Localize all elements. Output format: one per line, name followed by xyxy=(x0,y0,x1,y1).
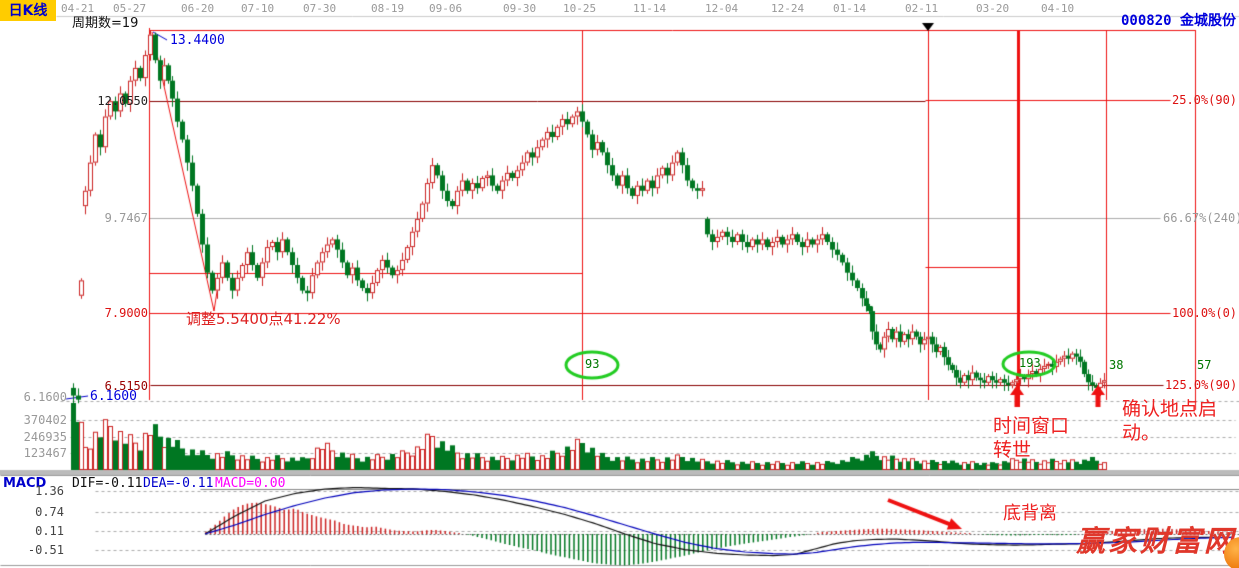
watermark-text: 赢家财富网 xyxy=(1076,527,1236,556)
date-tick-04-21: 04-21 xyxy=(61,3,94,14)
date-tick-07-10: 07-10 xyxy=(241,3,274,14)
date-tick-12-04: 12-04 xyxy=(705,3,738,14)
date-tick-09-30: 09-30 xyxy=(503,3,536,14)
volume-axis-label-370402: 370402 xyxy=(0,414,67,426)
dea-value-label: DEA=-0.11 xyxy=(143,477,213,490)
retracement-annotation: 调整5.5400点41.22% xyxy=(186,312,341,327)
date-tick-01-14: 01-14 xyxy=(833,3,866,14)
date-tick-05-27: 05-27 xyxy=(113,3,146,14)
percent-line-label-100.0%(0): 100.0%(0) xyxy=(1172,307,1237,319)
price-axis-label-6.1600: 6.1600 xyxy=(0,391,67,403)
price-axis-label-9.7467: 9.7467 xyxy=(68,212,148,224)
volume-axis-label-246935: 246935 xyxy=(0,431,67,443)
dif-value-label: DIF=-0.11 xyxy=(72,477,142,490)
date-tick-10-25: 10-25 xyxy=(563,3,596,14)
date-tick-03-20: 03-20 xyxy=(976,3,1009,14)
time-window-annotation-line1: 时间窗口 xyxy=(993,417,1069,436)
macd-value-label: MACD=0.00 xyxy=(215,477,285,490)
macd-axis-label-0.11: 0.11 xyxy=(0,525,64,537)
macd-axis-label-1.36: 1.36 xyxy=(0,485,64,497)
time-window-annotation-line2: 转世 xyxy=(993,441,1031,460)
date-tick-12-24: 12-24 xyxy=(771,3,804,14)
future-days-38-label: 38 xyxy=(1109,359,1123,371)
chart-type-button[interactable]: 日K线 xyxy=(0,0,56,21)
volume-axis-label-123467: 123467 xyxy=(0,447,67,459)
price-axis-label-6.5150: 6.5150 xyxy=(68,380,148,392)
percent-line-label-125.0%(90): 125.0%(90) xyxy=(1165,379,1237,391)
percent-line-label-66.67%(240): 66.67%(240) xyxy=(1163,212,1239,224)
date-tick-04-10: 04-10 xyxy=(1041,3,1074,14)
macd-axis-label--0.51: -0.51 xyxy=(0,544,64,556)
date-tick-11-14: 11-14 xyxy=(633,3,666,14)
bar-count-93-label: 93 xyxy=(585,358,599,370)
period-count-label: 周期数=19 xyxy=(72,17,138,30)
date-tick-02-11: 02-11 xyxy=(905,3,938,14)
price-axis-label-7.9000: 7.9000 xyxy=(68,307,148,319)
chart-window: 日K线 周期数=19 000820 金城股份 13.4400 6.1600 调整… xyxy=(0,0,1239,568)
future-days-57-label: 57 xyxy=(1197,359,1211,371)
date-tick-07-30: 07-30 xyxy=(303,3,336,14)
bar-count-193-label: 193 xyxy=(1019,357,1041,369)
macd-axis-label-0.74: 0.74 xyxy=(0,506,64,518)
percent-line-label-25.0%(90): 25.0%(90) xyxy=(1172,94,1237,106)
date-tick-08-19: 08-19 xyxy=(371,3,404,14)
date-tick-09-06: 09-06 xyxy=(429,3,462,14)
stock-code-name-label: 000820 金城股份 xyxy=(1121,14,1236,28)
bottom-divergence-annotation: 底背离 xyxy=(1003,505,1057,523)
peak-price-callout: 13.4400 xyxy=(170,34,225,47)
date-tick-06-20: 06-20 xyxy=(181,3,214,14)
confirm-launch-annotation: 确认地点启动。 xyxy=(1122,398,1239,446)
price-axis-label-12.0550: 12.0550 xyxy=(68,95,148,107)
